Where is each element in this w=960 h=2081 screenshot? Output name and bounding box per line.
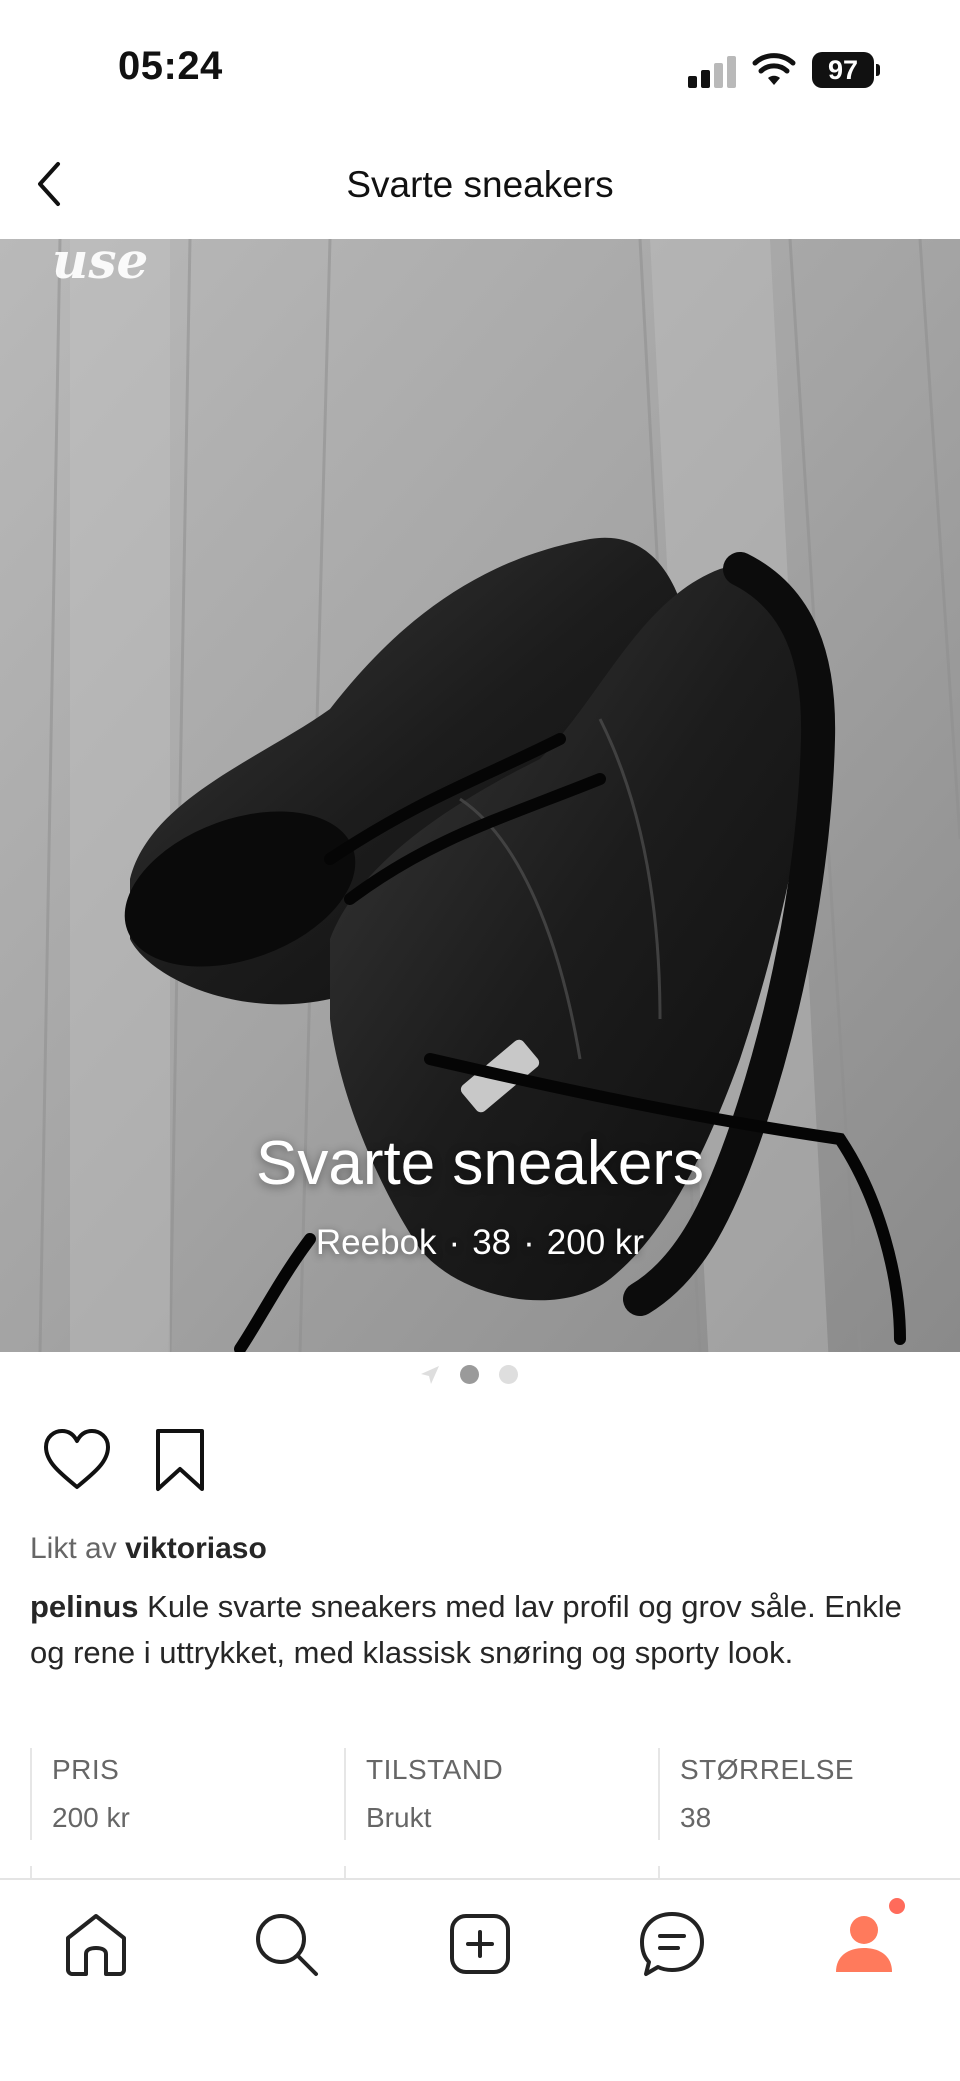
image-watermark: use (52, 239, 149, 290)
battery-level: 97 (812, 52, 874, 88)
tab-home[interactable] (58, 1906, 134, 1982)
profile-icon (836, 1916, 892, 1972)
location-arrow-icon (421, 1366, 439, 1384)
messages-icon (640, 1912, 704, 1976)
detail-size: STØRRELSE 38 (658, 1748, 930, 1840)
bookmark-icon[interactable] (150, 1425, 210, 1495)
status-time: 05:24 (118, 44, 223, 88)
status-bar: 05:24 97 (0, 0, 960, 130)
tab-messages[interactable] (634, 1906, 710, 1982)
tab-search[interactable] (248, 1906, 324, 1982)
tab-profile[interactable] (826, 1906, 902, 1982)
price-label: 200 kr (546, 1223, 645, 1262)
separator: · (448, 1223, 461, 1262)
home-icon (66, 1914, 126, 1976)
tab-add[interactable] (442, 1906, 518, 1982)
nav-header: Svarte sneakers (0, 130, 960, 240)
product-image[interactable]: use Svarte sneakers Reebok · 38 · 200 kr (0, 239, 960, 1352)
battery-icon: 97 (812, 52, 880, 90)
overlay-title: Svarte sneakers (256, 1129, 704, 1198)
separator: · (523, 1223, 535, 1262)
size-label: 38 (472, 1223, 512, 1262)
caption-text: Kule svarte sneakers med lav profil og g… (30, 1589, 902, 1670)
cellular-signal-icon (688, 56, 738, 88)
liked-by: Likt av viktoriaso (30, 1532, 267, 1566)
detail-price: PRIS 200 kr (30, 1748, 344, 1840)
image-pager (0, 1362, 960, 1386)
detail-value: Brukt (366, 1802, 432, 1833)
pager-dot[interactable] (499, 1365, 518, 1384)
detail-label: TILSTAND (366, 1754, 504, 1785)
caption: pelinus Kule svarte sneakers med lav pro… (30, 1584, 910, 1676)
detail-label: PRIS (52, 1754, 120, 1785)
liked-by-prefix: Likt av (30, 1532, 117, 1565)
search-icon (256, 1914, 318, 1976)
add-icon (450, 1914, 510, 1974)
tab-bar (0, 1878, 960, 2081)
detail-condition: TILSTAND Brukt (344, 1748, 658, 1840)
wifi-icon (752, 53, 796, 85)
liked-by-user[interactable]: viktoriaso (125, 1532, 267, 1565)
action-row (40, 1425, 240, 1495)
overlay-subtitle: Reebok · 38 · 200 kr (0, 1223, 960, 1263)
detail-value: 200 kr (52, 1802, 130, 1833)
notification-dot (889, 1898, 905, 1914)
caption-user[interactable]: pelinus (30, 1589, 139, 1624)
detail-value: 38 (680, 1802, 712, 1833)
page-title: Svarte sneakers (346, 164, 614, 205)
detail-label: STØRRELSE (680, 1754, 855, 1785)
pager-dot-active[interactable] (460, 1365, 479, 1384)
heart-icon[interactable] (40, 1425, 114, 1495)
brand-label: Reebok (315, 1223, 437, 1262)
details-grid: PRIS 200 kr TILSTAND Brukt STØRRELSE 38 (30, 1748, 930, 1840)
